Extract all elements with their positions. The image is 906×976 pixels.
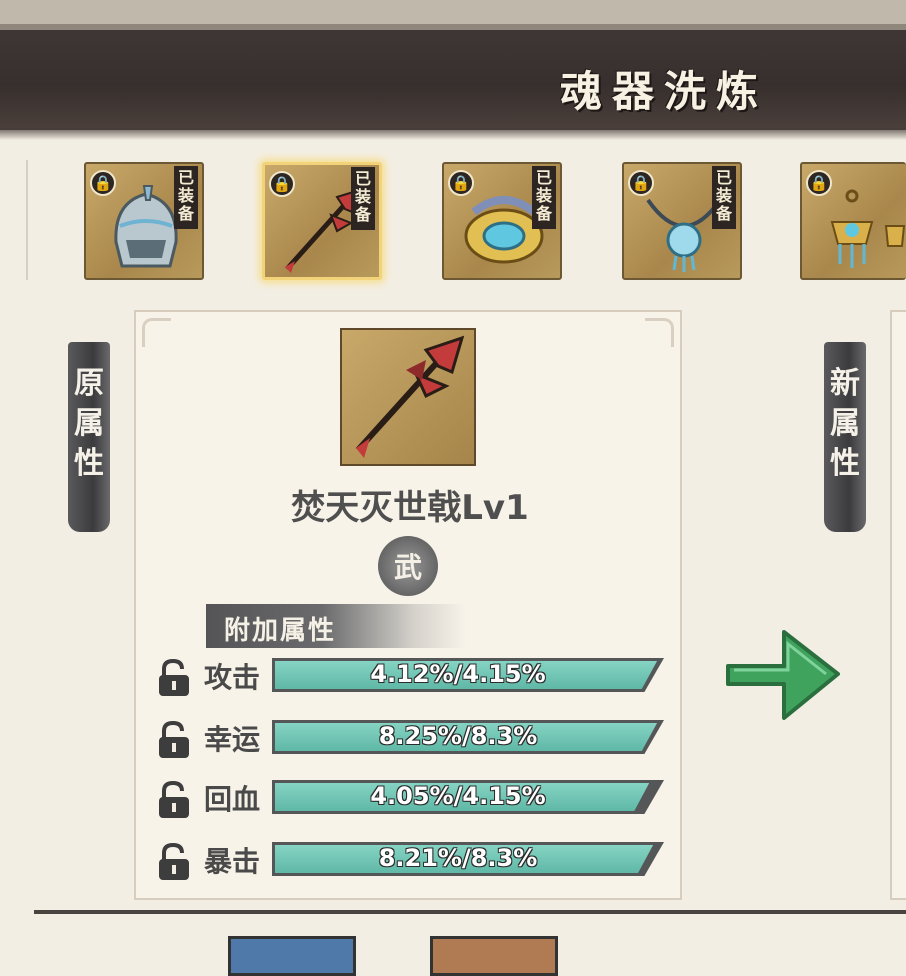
unlock-icon[interactable] bbox=[156, 842, 192, 882]
weapon-name: 焚天灭世戟Lv1 bbox=[291, 488, 529, 528]
lock-icon[interactable]: 🔒 bbox=[90, 170, 116, 196]
unlock-icon[interactable] bbox=[156, 780, 192, 820]
attribute-label: 攻击 bbox=[204, 661, 261, 694]
attribute-progress-bar: 4.12%/4.15% bbox=[272, 658, 664, 692]
attribute-progress-bar: 8.21%/8.3% bbox=[272, 842, 664, 876]
attribute-label: 幸运 bbox=[204, 723, 261, 756]
new-label-text: 新属性 bbox=[830, 366, 860, 481]
equipment-slot-halberd[interactable]: 🔒 已装备 bbox=[262, 162, 382, 280]
bottom-item-slot[interactable] bbox=[228, 936, 356, 976]
new-attributes-label: 新属性 bbox=[824, 342, 866, 532]
attribute-value: 8.21%/8.3% bbox=[378, 844, 538, 872]
equipment-slot-helmet[interactable]: 🔒 已装备 bbox=[84, 162, 204, 280]
panel-corner-ornament bbox=[645, 318, 674, 347]
attribute-label: 回血 bbox=[204, 783, 261, 816]
equipped-tag: 已装备 bbox=[532, 166, 556, 229]
page-title: 魂器洗炼 bbox=[559, 67, 768, 116]
bottom-item-slot[interactable] bbox=[430, 936, 558, 976]
equipped-tag: 已装备 bbox=[174, 166, 198, 229]
attribute-value: 8.25%/8.3% bbox=[378, 722, 538, 750]
new-attributes-panel bbox=[890, 310, 906, 900]
attribute-progress-bar: 4.05%/4.15% bbox=[272, 780, 664, 814]
title-bar: 魂器洗炼 bbox=[0, 30, 906, 140]
halberd-icon bbox=[355, 335, 465, 458]
bottom-divider bbox=[34, 910, 906, 914]
equipment-slot-earrings[interactable]: 🔒 bbox=[800, 162, 906, 280]
refine-arrow-icon[interactable] bbox=[722, 626, 844, 722]
lock-icon[interactable]: 🔒 bbox=[628, 170, 654, 196]
attribute-value: 4.12%/4.15% bbox=[370, 660, 546, 688]
unlock-icon[interactable] bbox=[156, 658, 192, 698]
attribute-row: 攻击 4.12%/4.15% bbox=[156, 654, 676, 698]
equipment-slot-armor[interactable]: 🔒 已装备 bbox=[442, 162, 562, 280]
original-label-text: 原属性 bbox=[74, 366, 104, 481]
attribute-row: 幸运 8.25%/8.3% bbox=[156, 716, 676, 760]
unlock-icon[interactable] bbox=[156, 720, 192, 760]
equipped-tag: 已装备 bbox=[712, 166, 736, 229]
attribute-row: 回血 4.05%/4.15% bbox=[156, 776, 676, 820]
attribute-progress-bar: 8.25%/8.3% bbox=[272, 720, 664, 754]
weapon-type-badge: 武 bbox=[378, 536, 438, 596]
panel-corner-ornament bbox=[142, 318, 171, 347]
attribute-section-header: 附加属性 bbox=[206, 604, 466, 648]
selected-weapon-image bbox=[340, 328, 476, 466]
lock-icon[interactable]: 🔒 bbox=[448, 170, 474, 196]
equipment-slot-necklace[interactable]: 🔒 已装备 bbox=[622, 162, 742, 280]
lock-icon[interactable]: 🔒 bbox=[269, 171, 295, 197]
attribute-label: 暴击 bbox=[204, 845, 261, 878]
equipment-slot-row: 🔒 已装备 🔒 已装备 🔒 已装备 🔒 已装备 🔒 bbox=[0, 158, 906, 286]
attribute-value: 4.05%/4.15% bbox=[370, 782, 546, 810]
lock-icon[interactable]: 🔒 bbox=[806, 170, 832, 196]
earrings-icon bbox=[830, 189, 906, 268]
attribute-row: 暴击 8.21%/8.3% bbox=[156, 838, 676, 882]
equipped-tag: 已装备 bbox=[351, 167, 375, 230]
top-strip bbox=[0, 0, 906, 30]
original-attributes-label: 原属性 bbox=[68, 342, 110, 532]
attribute-section-title: 附加属性 bbox=[224, 616, 337, 646]
